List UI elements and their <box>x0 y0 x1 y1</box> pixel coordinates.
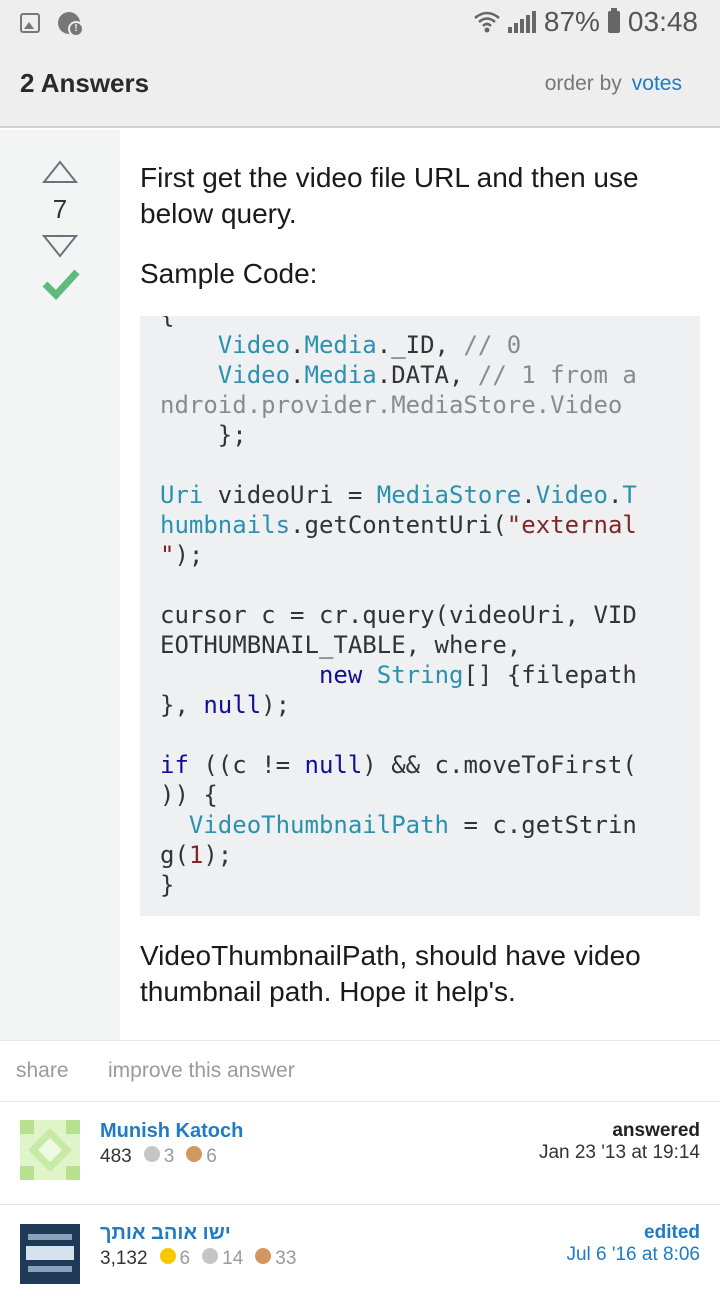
bronze-badge-icon <box>255 1248 272 1264</box>
sample-code-label: Sample Code: <box>140 258 318 289</box>
user-avatar[interactable] <box>20 1224 80 1284</box>
user-avatar[interactable] <box>20 1120 80 1180</box>
user-reputation: 483 3 6 <box>100 1146 217 1168</box>
sort-order: order by votes <box>545 72 682 96</box>
vote-count: 7 <box>52 194 68 224</box>
battery-icon <box>607 8 620 33</box>
battery-percent: 87% <box>543 6 600 37</box>
order-by-label: order by <box>544 72 622 95</box>
answers-count-title: 2 Answers <box>20 68 150 98</box>
code-block: { Video.Media._ID, // 0 Video.Media.DATA… <box>140 316 700 916</box>
silver-badge-count: 14 <box>222 1248 244 1269</box>
silver-badge-icon <box>202 1248 219 1264</box>
reputation-score: 3,132 <box>100 1248 148 1269</box>
status-bar: 87% 03:48 <box>0 0 720 48</box>
bronze-badge-count: 33 <box>275 1248 297 1269</box>
answered-by-card: Munish Katoch 483 3 6 answered Jan 23 '1… <box>0 1104 720 1205</box>
answers-header: 2 Answers order by votes <box>0 48 720 128</box>
alert-icon <box>58 12 84 37</box>
share-link[interactable]: share <box>16 1059 69 1083</box>
editor-name-link[interactable]: ישו אוהב אותך <box>100 1222 231 1245</box>
accepted-check-icon <box>42 269 80 300</box>
reputation-score: 483 <box>100 1146 132 1167</box>
improve-answer-link[interactable]: improve this answer <box>108 1059 295 1083</box>
gallery-icon <box>20 13 40 33</box>
answer-actions: share improve this answer <box>0 1040 720 1102</box>
silver-badge-icon <box>143 1146 160 1162</box>
bronze-badge-icon <box>186 1146 203 1162</box>
edited-by-card: ישו אוהב אותך 3,132 6 14 33 edited Jul 6… <box>0 1206 720 1306</box>
edited-date[interactable]: Jul 6 '16 at 8:06 <box>566 1244 700 1266</box>
vote-column: 7 <box>0 130 120 1040</box>
upvote-arrow-icon[interactable] <box>42 160 78 184</box>
answer-intro-text: First get the video file URL and then us… <box>140 162 639 229</box>
signal-icon <box>507 11 536 33</box>
gold-badge-count: 6 <box>179 1248 191 1269</box>
code-text: { Video.Media._ID, // 0 Video.Media.DATA… <box>160 316 637 899</box>
gold-badge-icon <box>159 1248 176 1264</box>
wifi-icon <box>474 11 500 33</box>
clock: 03:48 <box>627 6 698 37</box>
user-name-link[interactable]: Munish Katoch <box>100 1120 243 1143</box>
edited-link[interactable]: edited <box>644 1222 700 1244</box>
answer-outro-text: VideoThumbnailPath, should have video th… <box>140 940 641 1007</box>
answered-date: Jan 23 '13 at 19:14 <box>538 1142 700 1163</box>
answered-label: answered <box>612 1120 700 1141</box>
editor-reputation: 3,132 6 14 33 <box>100 1248 296 1270</box>
downvote-arrow-icon[interactable] <box>42 234 78 258</box>
bronze-badge-count: 6 <box>206 1146 217 1167</box>
order-votes-link[interactable]: votes <box>632 72 682 95</box>
silver-badge-count: 3 <box>163 1146 175 1167</box>
